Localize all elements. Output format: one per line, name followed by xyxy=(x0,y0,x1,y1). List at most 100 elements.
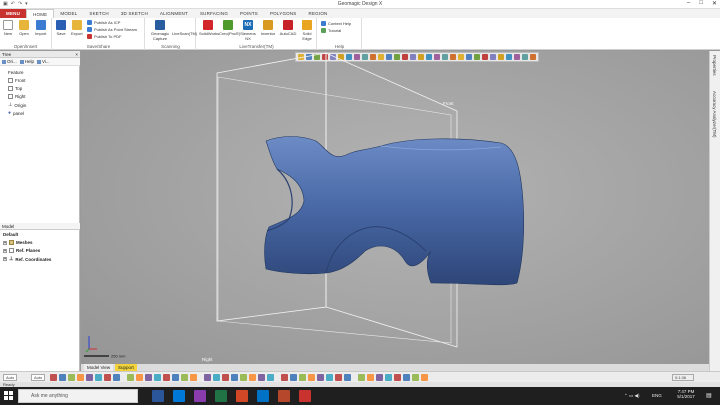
tab-polygons[interactable]: POLYGONS xyxy=(264,9,303,18)
tree-tool-help[interactable]: Help xyxy=(19,59,34,64)
lasso-icon[interactable] xyxy=(358,374,365,381)
publish-icp-button[interactable]: Publish As ICP xyxy=(87,20,120,25)
office-icon[interactable] xyxy=(278,390,290,402)
tab-support[interactable]: Support xyxy=(115,364,137,371)
circle-select-icon[interactable] xyxy=(326,374,333,381)
expand-icon[interactable]: + xyxy=(3,257,7,261)
taskbar-search-box[interactable]: Ask me anything xyxy=(18,389,138,403)
system-tray-icons[interactable]: ⌃ ▭ ◀) xyxy=(624,393,639,399)
select-icon[interactable] xyxy=(50,374,57,381)
notifications-icon[interactable]: ▤ xyxy=(706,392,712,399)
language-indicator[interactable]: ENG xyxy=(652,393,662,398)
select-icon[interactable] xyxy=(394,374,401,381)
design-x-icon[interactable] xyxy=(299,390,311,402)
save-button[interactable]: Save xyxy=(56,20,66,36)
model-item-ref-coordinates[interactable]: + ⊥ Ref. Coordinates xyxy=(3,256,51,262)
tutorial-button[interactable]: Tutorial xyxy=(321,28,341,33)
select-icon[interactable] xyxy=(104,374,111,381)
solidworks-button[interactable]: SolidWorks xyxy=(199,20,219,36)
tab-surfacing[interactable]: SURFACING xyxy=(194,9,234,18)
maximize-button[interactable]: □ xyxy=(699,0,703,7)
brush-icon[interactable] xyxy=(190,374,197,381)
clock[interactable]: 7:47 PM 5/1/2017 xyxy=(672,389,700,399)
tree-item-top[interactable]: Top xyxy=(8,86,22,91)
explorer-icon[interactable] xyxy=(194,390,206,402)
open-button[interactable]: Open xyxy=(19,20,29,36)
inventor-button[interactable]: Inventor xyxy=(259,20,277,36)
filter-icon[interactable] xyxy=(113,374,120,381)
powerpoint-icon[interactable] xyxy=(236,390,248,402)
accuracy-analyzer-tab[interactable]: Accuracy Analyzer(TM) xyxy=(712,91,717,138)
selection-mode-dropdown[interactable]: Auto xyxy=(3,374,17,381)
context-help-button[interactable]: Context Help xyxy=(321,21,351,26)
expand-icon[interactable]: + xyxy=(3,240,7,245)
tree-tool-ori[interactable]: Ori... xyxy=(2,59,17,64)
filter-dropdown[interactable]: Auto xyxy=(31,374,45,381)
filter-icon[interactable] xyxy=(59,374,66,381)
select-icon[interactable] xyxy=(163,374,170,381)
close-panel-icon[interactable]: × xyxy=(75,51,78,58)
brush-icon[interactable] xyxy=(77,374,84,381)
lasso-icon[interactable] xyxy=(299,374,306,381)
outlook-icon[interactable] xyxy=(257,390,269,402)
tab-region[interactable]: REGION xyxy=(303,9,334,18)
window-icon[interactable] xyxy=(204,374,211,381)
brush-icon[interactable] xyxy=(367,374,374,381)
tree-item-right[interactable]: Right xyxy=(8,94,26,99)
new-button[interactable]: New xyxy=(3,20,13,36)
autocad-button[interactable]: AutoCAD xyxy=(279,20,297,36)
select-icon[interactable] xyxy=(335,374,342,381)
window-icon[interactable] xyxy=(258,374,265,381)
circle-select-icon[interactable] xyxy=(213,374,220,381)
brush-icon[interactable] xyxy=(136,374,143,381)
tree-item-panel[interactable]: ● panel xyxy=(8,110,24,116)
window-icon[interactable] xyxy=(86,374,93,381)
lasso-icon[interactable] xyxy=(240,374,247,381)
lasso-icon[interactable] xyxy=(127,374,134,381)
geomagic-capture-button[interactable]: Geomagic Capture xyxy=(148,20,172,41)
edge-icon[interactable] xyxy=(173,390,185,402)
tab-3d-sketch[interactable]: 3D SKETCH xyxy=(115,9,154,18)
creo-button[interactable]: Creo(Pro/E) xyxy=(219,20,240,36)
model-item-meshes[interactable]: + Meshes xyxy=(3,240,33,245)
circle-select-icon[interactable] xyxy=(385,374,392,381)
tab-home[interactable]: HOME xyxy=(26,9,55,18)
select-icon[interactable] xyxy=(281,374,288,381)
brush-icon[interactable] xyxy=(249,374,256,381)
model-item-ref-planes[interactable]: + Ref. Planes xyxy=(3,248,40,253)
task-view-icon[interactable] xyxy=(152,390,164,402)
export-button[interactable]: Export xyxy=(71,20,83,36)
tab-model[interactable]: MODEL xyxy=(54,9,83,18)
siemens-nx-button[interactable]: NX Siemens NX xyxy=(239,20,257,41)
filter-icon[interactable] xyxy=(172,374,179,381)
publish-pdf-button[interactable]: Publish To PDF xyxy=(87,34,122,39)
filter-icon[interactable] xyxy=(403,374,410,381)
lasso-icon[interactable] xyxy=(68,374,75,381)
window-icon[interactable] xyxy=(376,374,383,381)
properties-tab[interactable]: Properties xyxy=(712,55,717,76)
tree-item-origin[interactable]: ⊥ Origin xyxy=(8,102,26,108)
import-button[interactable]: Import xyxy=(35,20,46,36)
tab-points[interactable]: POINTS xyxy=(234,9,264,18)
tab-alignment[interactable]: ALIGNMENT xyxy=(154,9,194,18)
expand-icon[interactable]: + xyxy=(3,248,7,253)
publish-point-stream-button[interactable]: Publish As Point Stream xyxy=(87,27,137,32)
brush-icon[interactable] xyxy=(421,374,428,381)
close-button[interactable]: ✕ xyxy=(712,0,717,7)
window-icon[interactable] xyxy=(145,374,152,381)
tab-menu[interactable]: MENU xyxy=(0,9,27,18)
windows-start-icon[interactable] xyxy=(4,391,13,400)
tree-item-front[interactable]: Front xyxy=(8,78,26,83)
circle-select-icon[interactable] xyxy=(95,374,102,381)
circle-select-icon[interactable] xyxy=(154,374,161,381)
brush-icon[interactable] xyxy=(308,374,315,381)
filter-icon[interactable] xyxy=(290,374,297,381)
window-icon[interactable] xyxy=(317,374,324,381)
tab-sketch[interactable]: SKETCH xyxy=(83,9,114,18)
solid-edge-button[interactable]: Solid Edge xyxy=(298,20,316,41)
tree-tool-view[interactable]: Vi... xyxy=(37,59,50,64)
minimize-button[interactable]: – xyxy=(687,0,690,7)
tab-model-view[interactable]: Model View xyxy=(84,364,114,371)
filter-icon[interactable] xyxy=(344,374,351,381)
3d-viewport[interactable]: Front Right 250 mm xyxy=(81,51,709,364)
